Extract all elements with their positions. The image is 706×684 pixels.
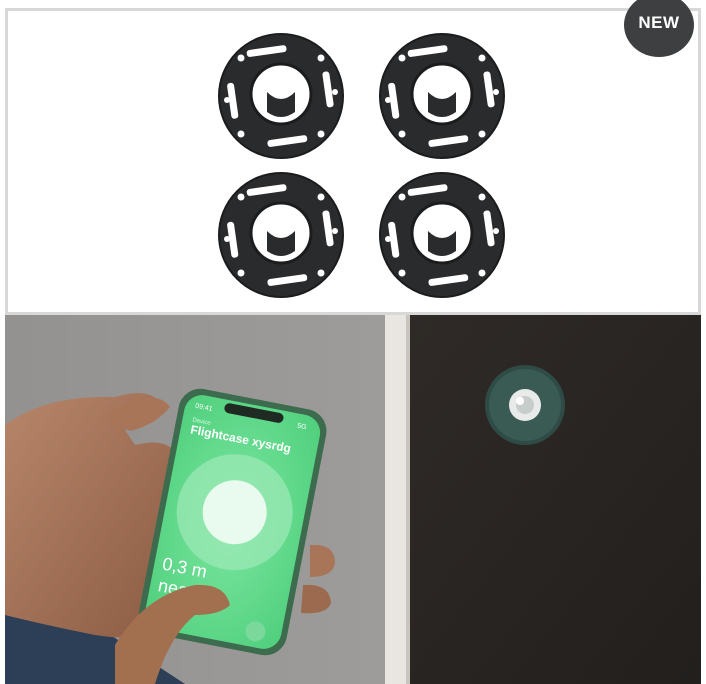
photo-illustration: 09:41 5G Device Flightcase xysrdg 0,3 m … bbox=[5, 315, 701, 684]
lifestyle-photo: 09:41 5G Device Flightcase xysrdg 0,3 m … bbox=[5, 315, 701, 684]
ring-top-left bbox=[217, 32, 345, 160]
ring-bottom-left bbox=[217, 171, 345, 299]
mounted-tag bbox=[485, 365, 565, 445]
case-edge bbox=[385, 315, 407, 684]
product-panel: NEW bbox=[5, 0, 701, 315]
ring-bottom-right bbox=[378, 171, 506, 299]
mounting-rings-image bbox=[217, 32, 506, 299]
ring-top-right bbox=[378, 32, 506, 160]
flight-case bbox=[410, 315, 701, 684]
